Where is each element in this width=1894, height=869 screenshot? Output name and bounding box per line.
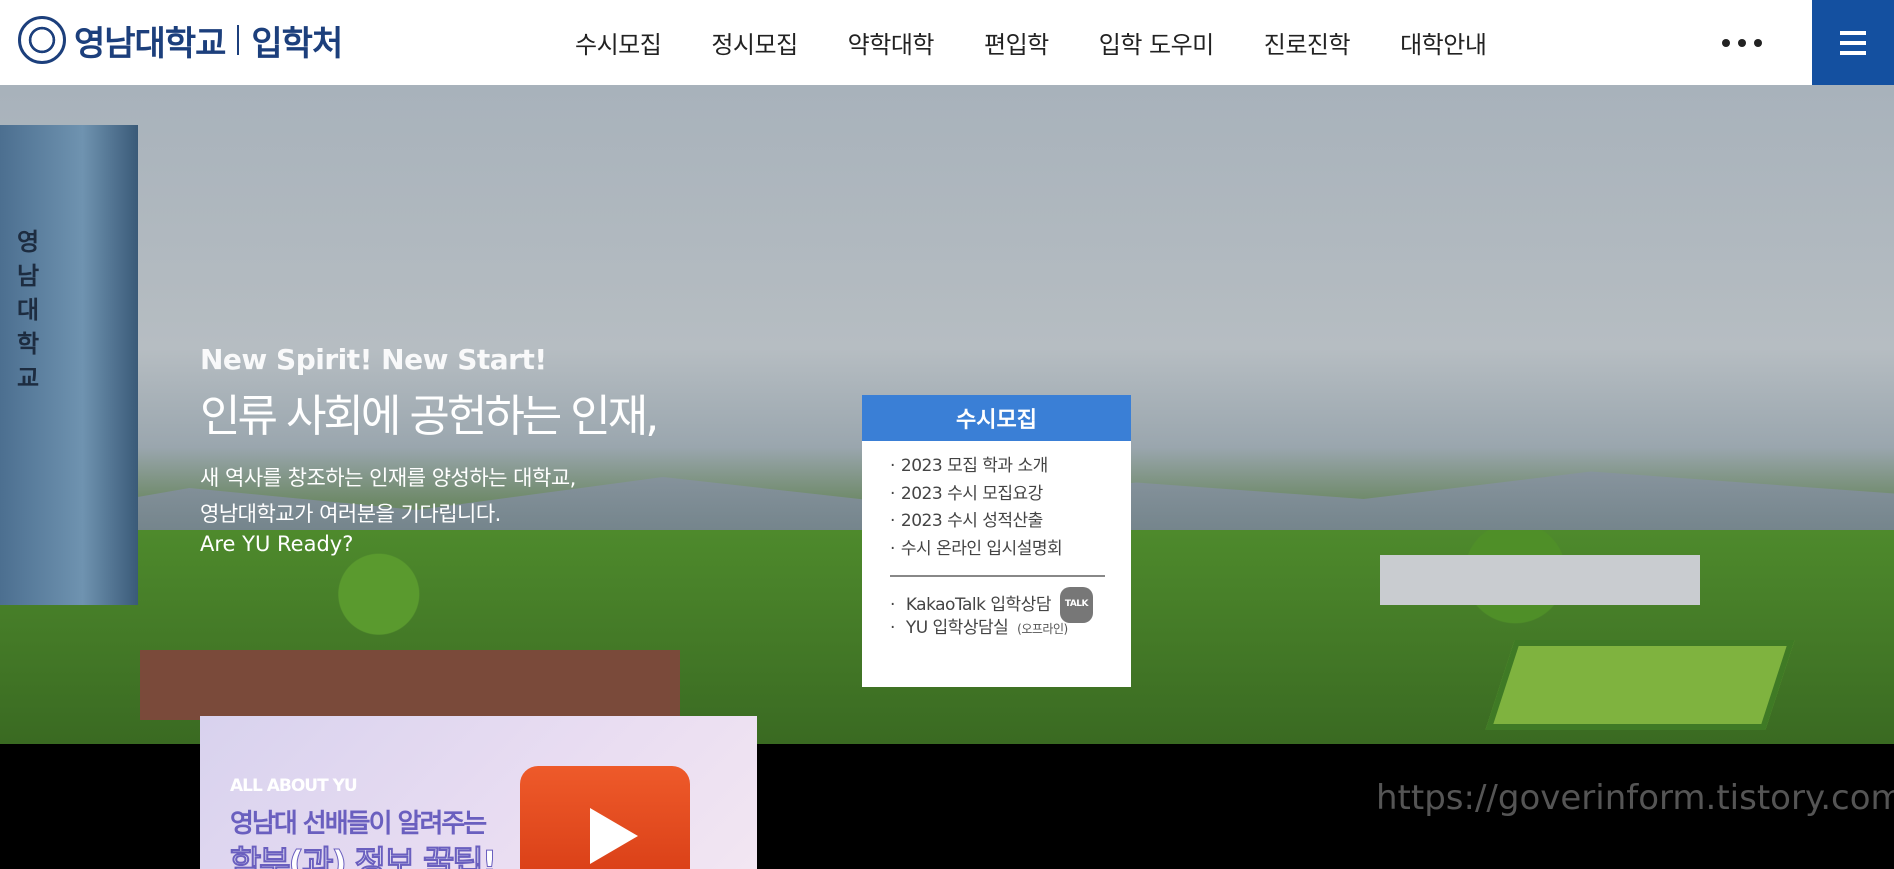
logo-subtitle: 입학처 — [251, 23, 343, 64]
susi-quick-card: 수시모집 2023 모집 학과 소개 2023 수시 모집요강 2023 수시 … — [862, 395, 1131, 687]
hero-desc-line1: 새 역사를 창조하는 인재를 양성하는 대학교, — [200, 466, 576, 490]
site-header: 영남대학교 입학처 수시모집 정시모집 약학대학 편입학 입학 도우미 진로진학… — [0, 0, 1894, 85]
nav-item-jeongsi[interactable]: 정시모집 — [711, 25, 798, 60]
card-link-guide[interactable]: 2023 수시 모집요강 — [890, 481, 1131, 509]
nav-item-career[interactable]: 진로진학 — [1264, 25, 1351, 60]
hero-banner: 영남대학교 New Spirit! New Start! 인류 사회에 공헌하는… — [0, 85, 1894, 744]
card-contact-list: KakaoTalk 입학상담 TALK YU 입학상담실 (오프라인) — [862, 587, 1131, 642]
logo-name: 영남대학교 — [74, 23, 226, 64]
card-divider — [890, 575, 1105, 577]
office-label: YU 입학상담실 — [905, 617, 1009, 638]
card-link-score[interactable]: 2023 수시 성적산출 — [890, 508, 1131, 536]
nav-item-transfer[interactable]: 편입학 — [984, 25, 1049, 60]
hero-text: New Spirit! New Start! 인류 사회에 공헌하는 인재, 새… — [200, 343, 659, 556]
video-line1: 영남대 선배들이 알려주는 — [230, 809, 487, 839]
university-logo[interactable]: 영남대학교 입학처 — [18, 16, 343, 64]
video-line2: 학부(과) 정보 꿀팁! — [229, 844, 497, 869]
hero-ready: Are YU Ready? — [200, 532, 354, 556]
logo-divider — [237, 25, 240, 55]
video-banner[interactable]: ALL ABOUT YU 영남대 선배들이 알려주는 학부(과) 정보 꿀팁! — [200, 716, 757, 869]
university-emblem-icon — [18, 16, 66, 64]
main-nav: 수시모집 정시모집 약학대학 편입학 입학 도우미 진로진학 대학안내 — [575, 0, 1536, 85]
more-dots-icon[interactable] — [1722, 30, 1762, 56]
card-title[interactable]: 수시모집 — [862, 395, 1131, 441]
hero-slogan-ko: 인류 사회에 공헌하는 인재, — [200, 391, 659, 442]
card-link-kakao[interactable]: KakaoTalk 입학상담 TALK — [890, 587, 1131, 623]
card-link-office[interactable]: YU 입학상담실 (오프라인) — [890, 615, 1131, 643]
play-icon[interactable] — [590, 808, 638, 864]
video-tag: ALL ABOUT YU — [230, 776, 358, 796]
card-link-online-session[interactable]: 수시 온라인 입시설명회 — [890, 536, 1131, 564]
tower-sign: 영남대학교 — [16, 228, 40, 392]
campus-tower: 영남대학교 — [0, 125, 138, 605]
campus-field — [1485, 640, 1795, 730]
hero-description: 새 역사를 창조하는 인재를 양성하는 대학교, 영남대학교가 여러분을 기다립… — [200, 460, 656, 532]
watermark-url: https://goverinform.tistory.com — [1376, 778, 1894, 818]
hero-desc-line2: 영남대학교가 여러분을 기다립니다. — [200, 502, 501, 526]
card-link-list: 2023 모집 학과 소개 2023 수시 모집요강 2023 수시 성적산출 … — [862, 441, 1131, 563]
hero-slogan-en: New Spirit! New Start! — [200, 343, 547, 376]
campus-building-left — [140, 650, 680, 720]
nav-item-about[interactable]: 대학안내 — [1400, 25, 1487, 60]
campus-building-right — [1380, 555, 1700, 605]
card-link-departments[interactable]: 2023 모집 학과 소개 — [890, 453, 1131, 481]
nav-item-pharmacy[interactable]: 약학대학 — [848, 25, 935, 60]
office-note: (오프라인) — [1017, 621, 1068, 636]
nav-item-susi[interactable]: 수시모집 — [575, 25, 662, 60]
kakao-label: KakaoTalk 입학상담 — [905, 594, 1052, 615]
hamburger-menu-icon[interactable] — [1812, 0, 1894, 85]
nav-item-helper[interactable]: 입학 도우미 — [1099, 25, 1215, 60]
